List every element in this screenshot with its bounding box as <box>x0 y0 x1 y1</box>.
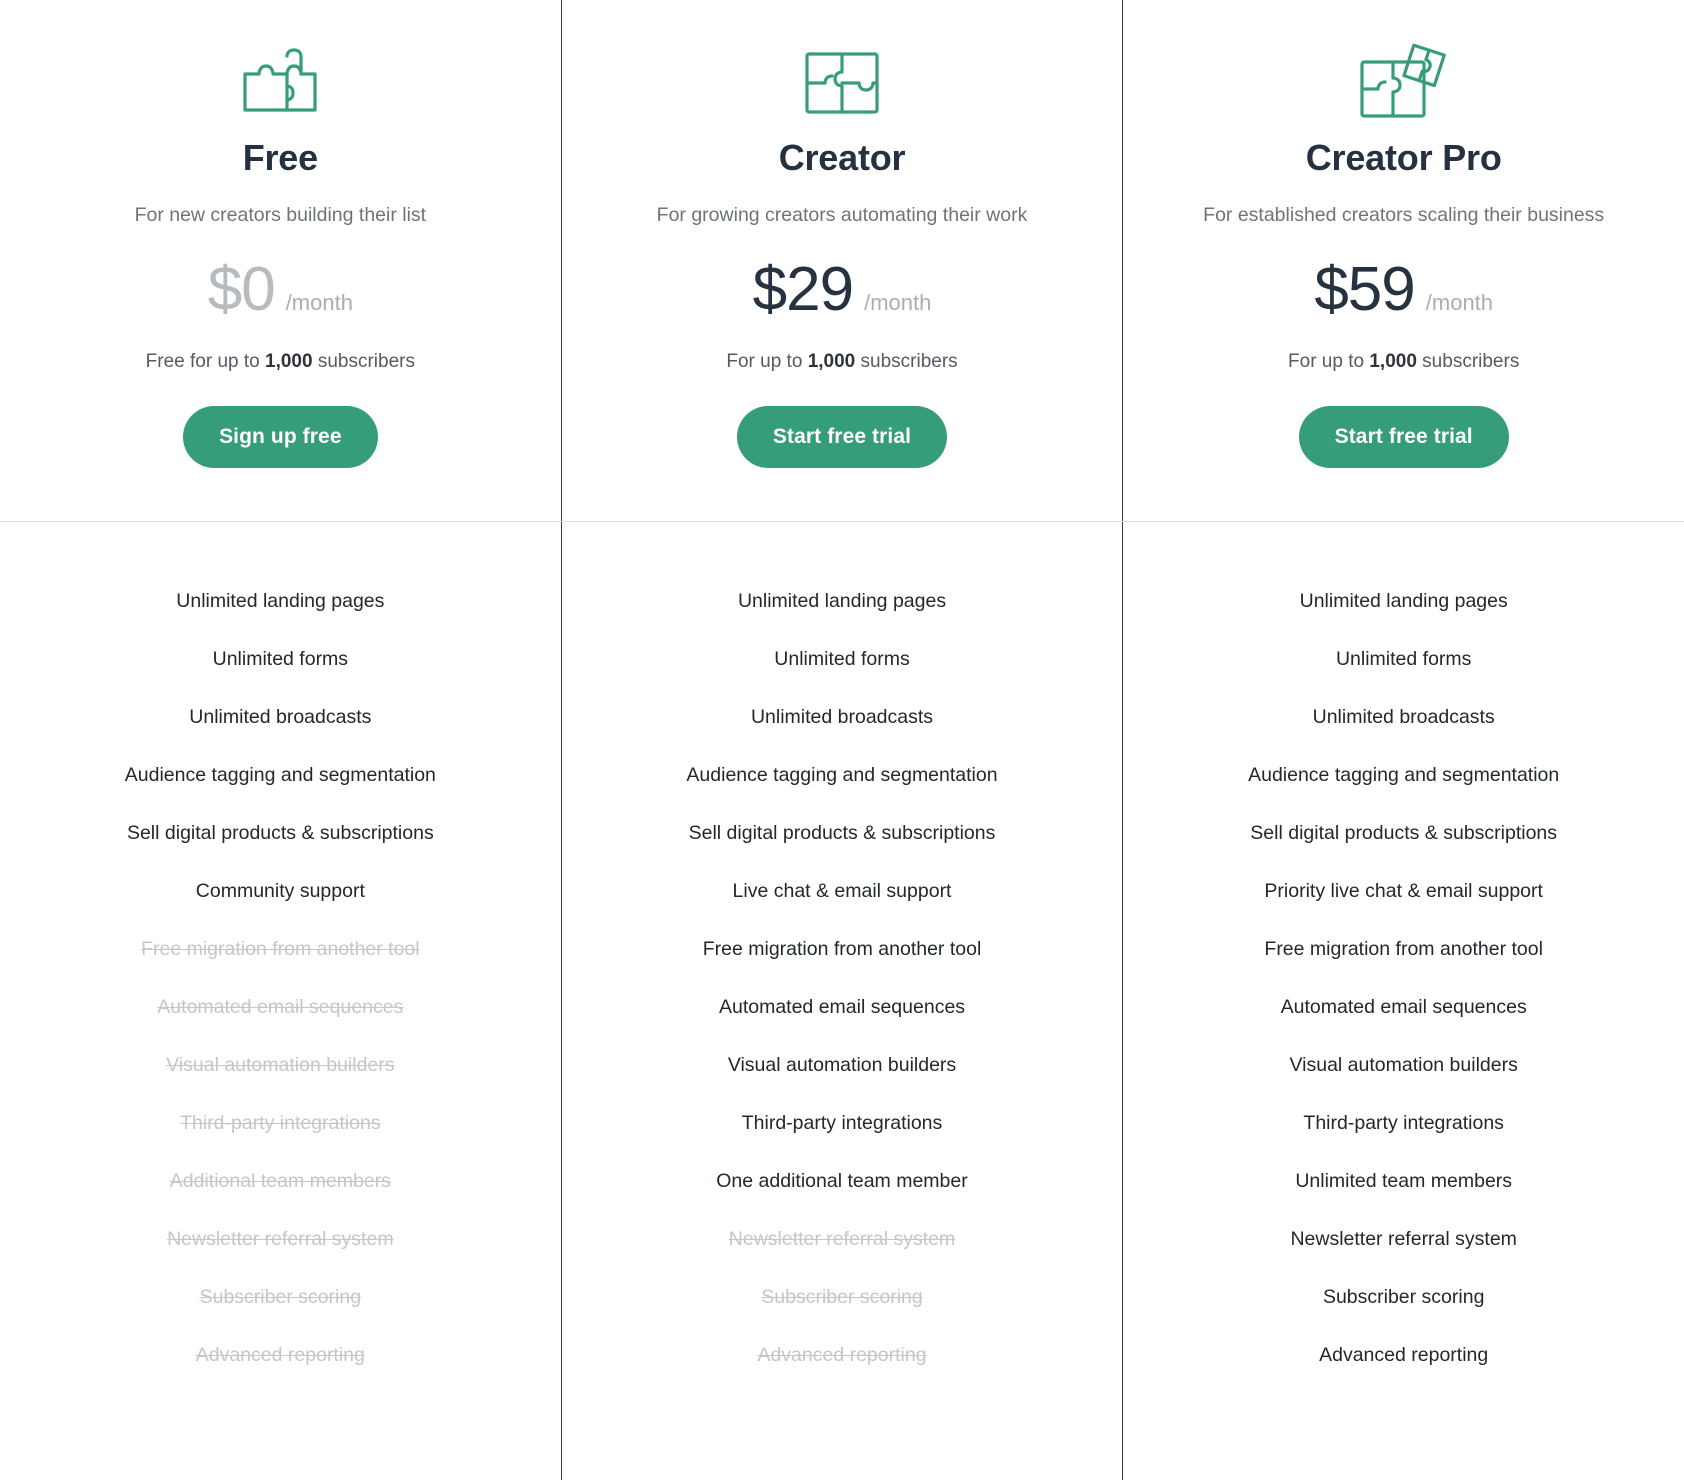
feature-excluded: Visual automation builders <box>166 1053 395 1076</box>
plan-billing-period: /month <box>1425 289 1494 315</box>
feature-included: Visual automation builders <box>1289 1053 1518 1076</box>
feature-included: One additional team member <box>716 1169 968 1192</box>
feature-included: Audience tagging and segmentation <box>124 763 436 786</box>
plan-tagline: For new creators building their list <box>134 203 427 226</box>
feature-included: Audience tagging and segmentation <box>686 763 998 786</box>
plan-features-creator-pro: Unlimited landing pages Unlimited forms Un… <box>1122 522 1684 1480</box>
feature-excluded: Newsletter referral system <box>728 1227 956 1250</box>
feature-excluded: Subscriber scoring <box>761 1285 923 1308</box>
subs-count: 1,000 <box>1369 350 1417 372</box>
feature-included: Unlimited broadcasts <box>189 705 372 728</box>
feature-included: Subscriber scoring <box>1322 1285 1485 1308</box>
plan-price-row: $59/month <box>1314 254 1494 324</box>
feature-excluded: Automated email sequences <box>157 995 404 1018</box>
feature-excluded: Free migration from another tool <box>141 937 420 960</box>
plan-price: $0 <box>207 254 276 324</box>
plan-subscriber-limit: For up to 1,000 subscribers <box>1288 351 1519 373</box>
plan-subscriber-limit: Free for up to 1,000 subscribers <box>146 351 415 373</box>
plan-price: $29 <box>752 254 854 324</box>
feature-included: Unlimited broadcasts <box>1312 705 1495 728</box>
plan-name: Free <box>242 137 318 178</box>
plan-name: Creator Pro <box>1305 137 1502 178</box>
feature-included: Sell digital products & subscriptions <box>126 821 434 844</box>
pricing-comparison-table: Free For new creators building their list… <box>0 0 1684 1480</box>
feature-included: Free migration from another tool <box>1264 937 1543 960</box>
feature-included: Unlimited landing pages <box>737 589 947 612</box>
puzzle-four-piece-icon <box>799 44 885 120</box>
feature-excluded: Third-party integrations <box>180 1111 381 1134</box>
plan-price-row: $29/month <box>752 254 932 324</box>
plan-billing-period: /month <box>285 289 353 315</box>
feature-included: Sell digital products & subscriptions <box>688 821 996 844</box>
feature-excluded: Additional team members <box>169 1169 391 1192</box>
plan-tagline: For growing creators automating their wo… <box>656 203 1028 226</box>
subs-suffix: subscribers <box>312 350 415 372</box>
plan-tagline: For established creators scaling their b… <box>1203 203 1605 226</box>
subs-prefix: For up to <box>1288 350 1370 372</box>
subs-count: 1,000 <box>265 350 313 372</box>
puzzle-two-piece-icon <box>237 44 323 120</box>
feature-included: Unlimited forms <box>212 647 349 670</box>
plan-price: $59 <box>1314 254 1415 324</box>
feature-included: Advanced reporting <box>1319 1343 1489 1366</box>
puzzle-detached-piece-icon <box>1356 43 1452 120</box>
feature-included: Newsletter referral system <box>1290 1227 1517 1250</box>
plan-column-free: Free For new creators building their list… <box>0 0 561 521</box>
plan-cta-button[interactable]: Start free trial <box>1298 405 1509 468</box>
plan-features-free: Unlimited landing pages Unlimited forms Un… <box>0 522 561 1480</box>
plan-price-row: $0/month <box>207 254 353 324</box>
subs-suffix: subscribers <box>1416 350 1520 372</box>
feature-excluded: Advanced reporting <box>757 1343 927 1366</box>
feature-included: Sell digital products & subscriptions <box>1250 821 1558 844</box>
feature-included: Third-party integrations <box>741 1111 943 1134</box>
feature-included: Unlimited landing pages <box>1299 589 1508 612</box>
feature-included: Third-party integrations <box>1303 1111 1504 1134</box>
plan-features-row: Unlimited landing pages Unlimited forms Un… <box>0 522 1684 1480</box>
plan-features-creator: Unlimited landing pages Unlimited forms Un… <box>560 522 1123 1480</box>
plan-column-creator-pro: Creator Pro For established creators scal… <box>1122 0 1684 521</box>
feature-included: Priority live chat & email support <box>1264 879 1543 902</box>
feature-included: Unlimited broadcasts <box>750 705 934 728</box>
subs-prefix: For up to <box>726 350 808 372</box>
plan-billing-period: /month <box>864 289 932 315</box>
feature-included: Live chat & email support <box>732 879 952 902</box>
plan-cta-button[interactable]: Start free trial <box>736 405 948 468</box>
plan-cta-button[interactable]: Sign up free <box>183 405 378 468</box>
feature-excluded: Newsletter referral system <box>167 1227 394 1250</box>
feature-included: Community support <box>195 879 365 902</box>
plan-column-creator: Creator For growing creators automating t… <box>560 0 1123 521</box>
subs-count: 1,000 <box>807 350 856 372</box>
feature-included: Unlimited landing pages <box>176 589 385 612</box>
feature-included: Visual automation builders <box>727 1053 957 1076</box>
feature-excluded: Advanced reporting <box>195 1343 365 1366</box>
feature-included: Audience tagging and segmentation <box>1248 763 1560 786</box>
subs-prefix: Free for up to <box>145 350 266 372</box>
plan-headers-row: Free For new creators building their list… <box>0 0 1684 521</box>
plan-name: Creator <box>778 137 906 178</box>
feature-included: Unlimited team members <box>1295 1169 1513 1192</box>
feature-excluded: Subscriber scoring <box>199 1285 362 1308</box>
plan-subscriber-limit: For up to 1,000 subscribers <box>726 351 957 373</box>
feature-included: Automated email sequences <box>1280 995 1527 1018</box>
feature-included: Unlimited forms <box>774 647 910 670</box>
subs-suffix: subscribers <box>855 350 958 372</box>
feature-included: Free migration from another tool <box>702 937 982 960</box>
feature-included: Unlimited forms <box>1335 647 1472 670</box>
feature-included: Automated email sequences <box>718 995 966 1018</box>
